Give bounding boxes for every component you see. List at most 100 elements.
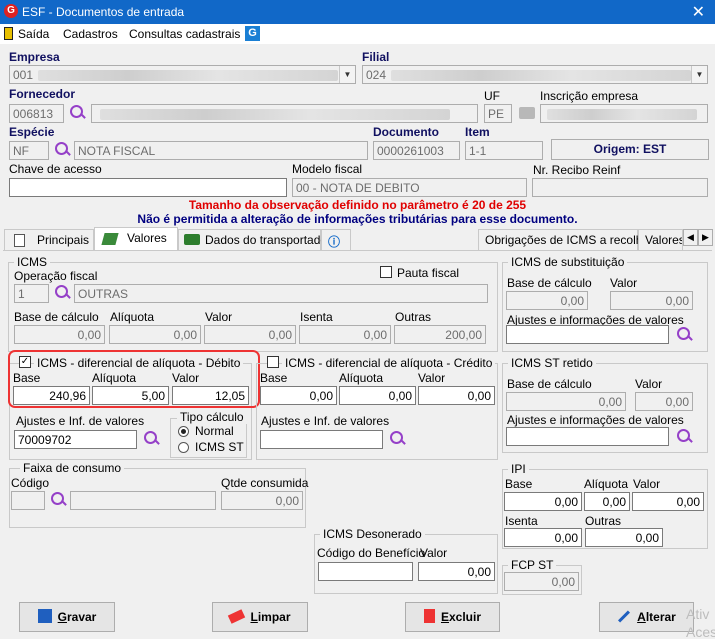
fornecedor-code[interactable]: 006813 <box>9 104 64 123</box>
desonerado-valor-field[interactable]: 0,00 <box>418 562 495 581</box>
ipi-outras[interactable]: 0,00 <box>585 528 663 547</box>
tab-valores-2[interactable]: Valores <box>638 229 683 250</box>
difal-credito-title: ICMS - diferencial de alíquota - Crédito <box>282 356 496 370</box>
chave-field[interactable] <box>9 178 287 197</box>
especie-code[interactable]: NF <box>9 141 49 160</box>
subst-ajustes-field[interactable] <box>506 325 669 344</box>
difal-debito-ajustes-label: Ajustes e Inf. de valores <box>16 414 145 428</box>
window-title: ESF - Documentos de entrada <box>22 5 185 19</box>
difal-credito-base[interactable]: 0,00 <box>260 386 337 405</box>
inscricao-label: Inscrição empresa <box>540 89 639 103</box>
faixa-codigo-field[interactable] <box>11 491 45 510</box>
difal-credito-checkbox[interactable] <box>267 356 279 368</box>
document-stack-icon[interactable] <box>519 107 535 119</box>
tab-right-icon[interactable]: ▶ <box>698 229 713 246</box>
tipo-normal-label: Normal <box>195 424 234 438</box>
icms-isenta: 0,00 <box>299 325 391 344</box>
fornecedor-name <box>91 104 478 123</box>
search-icon[interactable] <box>388 430 406 448</box>
difal-credito-base-label: Base <box>260 371 288 385</box>
exit-icon <box>4 27 13 40</box>
menu-consultas[interactable]: Consultas cadastrais <box>129 27 240 41</box>
fornecedor-label: Fornecedor <box>9 87 76 101</box>
st-retido-base-label: Base de cálculo <box>507 377 592 391</box>
difal-credito-valor[interactable]: 0,00 <box>418 386 495 405</box>
icms-outras-label: Outras <box>395 310 432 324</box>
tipo-normal-radio[interactable] <box>178 426 189 437</box>
search-icon[interactable] <box>675 428 693 446</box>
limpar-button[interactable]: Limpar <box>212 602 308 632</box>
help-icon[interactable]: G <box>245 26 260 41</box>
ipi-base-label: Base <box>505 477 533 491</box>
modelo-field: 00 - NOTA DE DEBITO <box>292 178 527 197</box>
tab-left-icon[interactable]: ◀ <box>683 229 698 246</box>
ipi-isenta-label: Isenta <box>505 514 538 528</box>
icms-valor-label: Valor <box>205 310 233 324</box>
eraser-icon <box>228 609 246 624</box>
st-retido-ajustes-label: Ajustes e informações de valores <box>507 413 684 427</box>
subst-base-label: Base de cálculo <box>507 276 592 290</box>
tab-obrigacoes[interactable]: Obrigações de ICMS a recolher <box>478 229 653 250</box>
origem-label: Origem: EST <box>551 139 709 160</box>
chevron-down-icon: ▼ <box>691 66 707 83</box>
difal-credito-ajustes-label: Ajustes e Inf. de valores <box>261 414 390 428</box>
difal-credito-ajustes-field[interactable] <box>260 430 383 449</box>
inscricao-field <box>540 104 708 123</box>
difal-credito-aliquota[interactable]: 0,00 <box>339 386 416 405</box>
search-icon[interactable] <box>53 141 71 159</box>
ipi-aliquota[interactable]: 0,00 <box>584 492 630 511</box>
st-retido-base: 0,00 <box>506 392 626 411</box>
trash-icon <box>423 609 435 623</box>
especie-desc: NOTA FISCAL <box>74 141 368 160</box>
filial-select[interactable]: 024 ▼ <box>362 65 708 84</box>
ipi-title: IPI <box>508 462 529 476</box>
ipi-isenta[interactable]: 0,00 <box>504 528 582 547</box>
filial-label: Filial <box>362 50 390 64</box>
tipo-st-label: ICMS ST <box>195 440 244 454</box>
pauta-label: Pauta fiscal <box>397 266 460 280</box>
save-icon <box>37 609 52 623</box>
truck-icon <box>184 234 200 245</box>
tipo-st-radio[interactable] <box>178 442 189 453</box>
subst-valor-label: Valor <box>610 276 638 290</box>
pauta-checkbox[interactable] <box>380 266 392 278</box>
faixa-qtde-label: Qtde consumida <box>221 476 309 490</box>
operacao-label: Operação fiscal <box>14 269 98 283</box>
excluir-button[interactable]: Excluir <box>405 602 500 632</box>
st-retido-valor-label: Valor <box>635 377 663 391</box>
documento-label: Documento <box>373 125 439 139</box>
gravar-button[interactable]: Gravar <box>19 602 115 632</box>
search-icon[interactable] <box>142 430 160 448</box>
icms-valor: 0,00 <box>204 325 296 344</box>
uf-label: UF <box>484 89 500 103</box>
ipi-valor[interactable]: 0,00 <box>632 492 704 511</box>
st-retido-ajustes-field[interactable] <box>506 427 669 446</box>
highlight-box <box>8 350 260 408</box>
operacao-code[interactable]: 1 <box>14 284 49 303</box>
search-icon[interactable] <box>49 491 67 509</box>
desonerado-codigo-label: Código do Benefício <box>317 546 426 560</box>
documento-field: 0000261003 <box>373 141 460 160</box>
icms-title: ICMS <box>14 255 50 269</box>
menu-saida[interactable]: Saída <box>18 27 49 41</box>
ipi-outras-label: Outras <box>585 514 622 528</box>
tipo-calculo-title: Tipo cálculo <box>177 410 247 424</box>
chevron-down-icon: ▼ <box>339 66 355 83</box>
item-field: 1-1 <box>465 141 543 160</box>
search-icon[interactable] <box>675 326 693 344</box>
close-icon[interactable]: ✕ <box>692 2 705 22</box>
info-icon[interactable]: ⓘ <box>321 229 351 250</box>
warning-message: Tamanho da observação definido no parâme… <box>188 198 527 212</box>
especie-label: Espécie <box>9 125 55 139</box>
item-label: Item <box>465 125 490 139</box>
ipi-base[interactable]: 0,00 <box>504 492 582 511</box>
icms-base: 0,00 <box>14 325 105 344</box>
menu-cadastros[interactable]: Cadastros <box>63 27 118 41</box>
alterar-button[interactable]: Alterar <box>599 602 694 632</box>
desonerado-codigo-field[interactable] <box>318 562 413 581</box>
difal-debito-ajustes-field[interactable]: 70009702 <box>14 430 137 449</box>
icms-outras: 200,00 <box>394 325 486 344</box>
empresa-select[interactable]: 001 ▼ <box>9 65 356 84</box>
search-icon[interactable] <box>53 284 71 302</box>
search-icon[interactable] <box>68 104 86 122</box>
